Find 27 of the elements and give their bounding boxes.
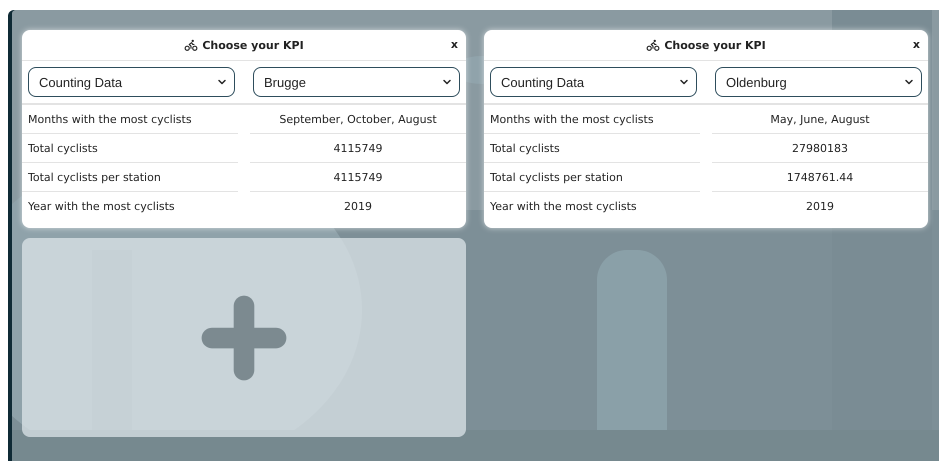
kpi-value: 2019 bbox=[343, 199, 373, 215]
kpi-label: Total cyclists per station bbox=[484, 163, 700, 192]
kpi-label: Months with the most cyclists bbox=[484, 105, 700, 134]
kpi-value: 4115749 bbox=[250, 163, 466, 192]
kpi-value: September, October, August bbox=[250, 105, 466, 134]
location-dropdown[interactable]: Brugge bbox=[253, 67, 460, 97]
dataset-dropdown[interactable]: Counting Data bbox=[28, 67, 235, 97]
kpi-value: 1748761.44 bbox=[712, 163, 928, 192]
kpi-label: Year with the most cyclists bbox=[27, 199, 176, 215]
close-button[interactable]: x bbox=[450, 38, 458, 51]
card-title: Choose your KPI bbox=[184, 38, 304, 52]
kpi-label: Total cyclists per station bbox=[22, 163, 238, 192]
kpi-label: Total cyclists bbox=[484, 134, 700, 163]
bicycle-icon bbox=[646, 38, 660, 52]
kpi-value: 4115749 bbox=[250, 134, 466, 163]
bicycle-icon bbox=[184, 38, 198, 52]
add-card-button[interactable] bbox=[22, 238, 466, 437]
kpi-value: May, June, August bbox=[712, 105, 928, 134]
location-dropdown[interactable]: Oldenburg bbox=[715, 67, 922, 97]
kpi-value: 27980183 bbox=[712, 134, 928, 163]
dataset-dropdown[interactable]: Counting Data bbox=[490, 67, 697, 97]
kpi-value: 2019 bbox=[805, 199, 835, 215]
card-title: Choose your KPI bbox=[646, 38, 766, 52]
kpi-label: Year with the most cyclists bbox=[489, 199, 638, 215]
kpi-label: Total cyclists bbox=[22, 134, 238, 163]
close-button[interactable]: x bbox=[912, 38, 920, 51]
kpi-label: Months with the most cyclists bbox=[22, 105, 238, 134]
